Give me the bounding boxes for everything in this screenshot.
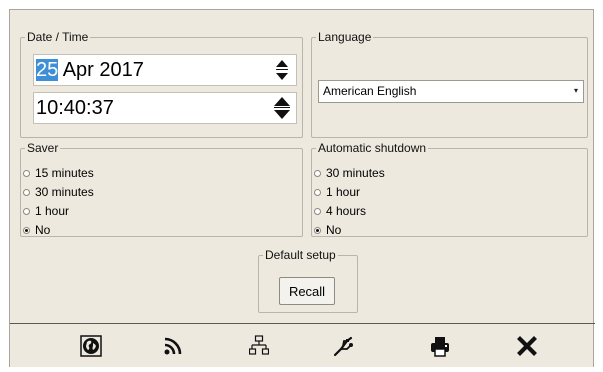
time-up-arrow[interactable]: [274, 97, 290, 106]
radio-button-selected[interactable]: [314, 227, 321, 234]
shutdown-option-no[interactable]: No: [314, 221, 385, 240]
saver-option-no[interactable]: No: [23, 221, 94, 240]
shutdown-option-4-hours[interactable]: 4 hours: [314, 202, 385, 221]
printer-icon[interactable]: [428, 334, 452, 358]
saver-option-15-minutes[interactable]: 15 minutes: [23, 164, 94, 183]
radio-label: 30 minutes: [326, 166, 385, 180]
chevron-down-icon[interactable]: ▾: [571, 84, 581, 97]
radio-label: 1 hour: [35, 204, 70, 218]
datetime-legend: Date / Time: [27, 30, 89, 44]
date-spinbox[interactable]: 25 Apr 2017: [33, 54, 297, 86]
time-spin-divider: [274, 107, 290, 108]
time-spin-buttons[interactable]: [274, 96, 290, 120]
network-icon[interactable]: [247, 334, 271, 358]
radio-label: 4 hours: [326, 204, 367, 218]
language-selected: American English: [323, 84, 417, 98]
radio-button[interactable]: [314, 170, 321, 177]
date-down-arrow[interactable]: [276, 73, 288, 80]
date-up-arrow[interactable]: [276, 60, 288, 67]
recall-button[interactable]: Recall: [279, 277, 335, 305]
shutdown-option-1-hour[interactable]: 1 hour: [314, 183, 385, 202]
default-setup-legend: Default setup: [265, 248, 336, 262]
saver-option-1-hour[interactable]: 1 hour: [23, 202, 94, 221]
time-down-arrow[interactable]: [274, 110, 290, 119]
radio-button[interactable]: [23, 170, 30, 177]
date-month-year[interactable]: Apr 2017: [58, 59, 144, 81]
radio-label: No: [326, 223, 342, 237]
time-spinbox[interactable]: 10:40:37: [33, 92, 297, 124]
time-value[interactable]: 10:40:37: [36, 97, 114, 119]
radio-button-selected[interactable]: [23, 227, 30, 234]
saver-legend: Saver: [27, 141, 59, 155]
settings-panel: Date / Time 25 Apr 2017 10:40:37 Languag…: [9, 9, 595, 369]
wifi-icon[interactable]: [161, 334, 185, 358]
radio-label: 30 minutes: [35, 185, 94, 199]
shutdown-legend: Automatic shutdown: [318, 141, 427, 155]
language-legend: Language: [318, 30, 372, 44]
radio-label: 1 hour: [326, 185, 361, 199]
radio-button[interactable]: [23, 189, 30, 196]
language-select[interactable]: American English ▾: [318, 80, 584, 103]
radio-button[interactable]: [314, 208, 321, 215]
usb-icon[interactable]: [332, 334, 356, 358]
radio-label: No: [35, 223, 51, 237]
date-day[interactable]: 25: [36, 59, 59, 81]
date-spin-divider: [276, 69, 288, 70]
shutdown-options: 30 minutes 1 hour 4 hours No: [314, 164, 385, 240]
bottom-toolbar: [10, 323, 595, 369]
radio-label: 15 minutes: [35, 166, 94, 180]
shutdown-option-30-minutes[interactable]: 30 minutes: [314, 164, 385, 183]
close-icon[interactable]: [515, 334, 539, 358]
globe-icon[interactable]: [79, 334, 103, 358]
date-spin-buttons[interactable]: [276, 58, 290, 82]
saver-options: 15 minutes 30 minutes 1 hour No: [23, 164, 94, 240]
saver-option-30-minutes[interactable]: 30 minutes: [23, 183, 94, 202]
radio-button[interactable]: [23, 208, 30, 215]
radio-button[interactable]: [314, 189, 321, 196]
